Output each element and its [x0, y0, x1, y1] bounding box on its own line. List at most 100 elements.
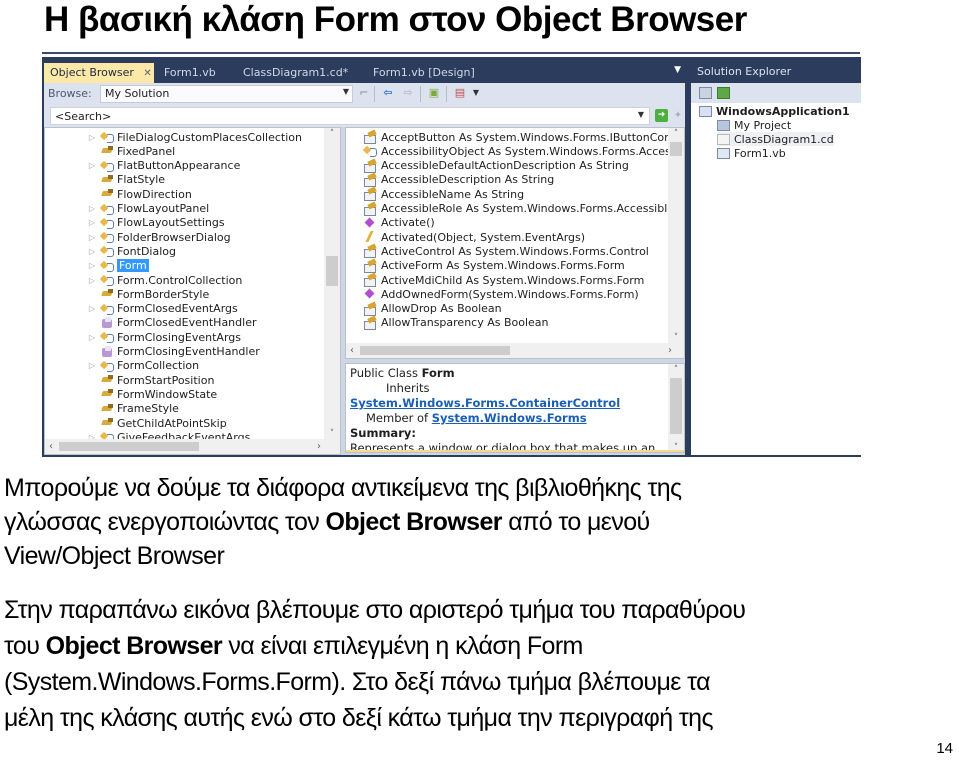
member-item[interactable]: AccessibleRole As System.Windows.Forms.A… — [346, 202, 684, 216]
inherits-label: Inherits — [386, 381, 430, 395]
expand-arrow-icon[interactable]: ▷ — [87, 218, 97, 227]
tree-item[interactable]: FormStartPosition — [45, 373, 214, 387]
inherits-link-text[interactable]: System.Windows.Forms.ContainerControl — [350, 396, 620, 410]
forward-arrow-icon[interactable]: ⇨ — [400, 86, 416, 100]
expand-arrow-icon[interactable]: ▷ — [87, 361, 97, 370]
tree-item[interactable]: FormClosedEventHandler — [45, 316, 256, 330]
scroll-up-icon[interactable]: ˄ — [324, 128, 340, 140]
expand-arrow-icon[interactable]: ▷ — [87, 204, 97, 213]
tree-item[interactable]: ▷ FolderBrowserDialog — [45, 230, 231, 244]
scrollbar-thumb[interactable] — [326, 256, 338, 287]
tree-item[interactable]: FixedPanel — [45, 144, 175, 158]
member-item[interactable]: Activate() — [346, 216, 435, 230]
scroll-up-icon[interactable]: ˄ — [668, 364, 684, 376]
ide-bottom-border — [42, 455, 861, 457]
solution-item-my-project[interactable]: My Project — [717, 118, 791, 132]
member-item[interactable]: AccessibilityObject As System.Windows.Fo… — [346, 144, 684, 158]
tree-item[interactable]: FormWindowState — [45, 387, 217, 401]
member-item[interactable]: ActiveControl As System.Windows.Forms.Co… — [346, 244, 649, 259]
tree-item[interactable]: ▷ FormClosedEventArgs — [45, 302, 238, 316]
member-item[interactable]: Activated(Object, System.EventArgs) — [346, 230, 585, 244]
inherits-link[interactable]: System.Windows.Forms.ContainerControl — [350, 396, 620, 410]
tree-item[interactable]: FormBorderStyle — [45, 287, 209, 301]
tab-form1-design[interactable]: Form1.vb [Design] — [367, 63, 481, 83]
tree-vertical-scrollbar[interactable]: ˄ ˅ — [324, 128, 340, 440]
refresh-icon[interactable] — [717, 87, 730, 99]
members-vertical-scrollbar[interactable]: ˄ ˅ — [668, 128, 684, 344]
tree-item-label: FlowLayoutSettings — [117, 216, 225, 230]
tree-horizontal-scrollbar[interactable]: ‹ › — [45, 439, 340, 454]
scroll-left-icon[interactable]: ‹ — [346, 343, 358, 358]
tab-form1-vb[interactable]: Form1.vb — [158, 63, 222, 83]
chevron-down-icon[interactable]: ▼ — [638, 110, 644, 119]
paragraph-2-line-4: μέλη της κλάσης αυτής ενώ στο δεξί κάτω … — [4, 704, 714, 732]
view-options-icon[interactable]: ▤ — [452, 86, 468, 100]
settings-icon[interactable]: ⌐ — [356, 86, 372, 100]
scrollbar-thumb[interactable] — [670, 378, 682, 434]
expand-arrow-icon[interactable]: ▷ — [87, 261, 97, 270]
tree-item[interactable]: ▷ Form — [45, 259, 149, 273]
close-icon[interactable]: ✕ — [143, 68, 151, 79]
member-item[interactable]: ActiveForm As System.Windows.Forms.Form — [346, 259, 625, 273]
scroll-left-icon[interactable]: ‹ — [45, 439, 57, 454]
tree-item[interactable]: ▷ FlowLayoutSettings — [45, 216, 225, 230]
enum-icon — [101, 174, 114, 186]
tab-object-browser[interactable]: Object Browser ✕ — [44, 63, 154, 83]
expand-arrow-icon[interactable]: ▷ — [87, 233, 97, 242]
member-item[interactable]: AcceptButton As System.Windows.Forms.IBu… — [346, 130, 685, 144]
tree-item[interactable]: FlowDirection — [45, 187, 192, 201]
tree-item[interactable]: FormClosingEventHandler — [45, 345, 260, 359]
member-item[interactable]: AccessibleName As String — [346, 187, 524, 202]
solution-root-item[interactable]: WindowsApplication1 — [699, 104, 850, 118]
tree-item[interactable]: ▷ FlatButtonAppearance — [45, 159, 240, 173]
solution-item-class-diagram[interactable]: ClassDiagram1.cd — [717, 132, 834, 146]
tree-item[interactable]: ▷ FormClosingEventArgs — [45, 330, 241, 344]
member-item[interactable]: AccessibleDefaultActionDescription As St… — [346, 159, 629, 173]
scroll-right-icon[interactable]: › — [313, 439, 325, 454]
tree-item[interactable]: ▷ FormCollection — [45, 359, 199, 373]
member-label: AcceptButton As System.Windows.Forms.IBu… — [381, 130, 685, 144]
tab-menu-dropdown-icon[interactable]: ▼ — [674, 65, 681, 75]
expand-arrow-icon[interactable]: ▷ — [87, 161, 97, 170]
scroll-right-icon[interactable]: › — [664, 343, 676, 358]
member-item[interactable]: AccessibleDescription As String — [346, 173, 554, 187]
expand-arrow-icon[interactable]: ▷ — [87, 333, 97, 342]
paragraph-2-line-3: (System.Windows.Forms.Form). Στο δεξί πά… — [4, 668, 711, 696]
properties-icon[interactable] — [699, 87, 712, 99]
expand-arrow-icon[interactable]: ▷ — [87, 133, 97, 142]
tree-item[interactable]: GetChildAtPointSkip — [45, 416, 227, 430]
namespace-link[interactable]: System.Windows.Forms — [432, 411, 587, 425]
tree-item[interactable]: ▷ Form.ControlCollection — [45, 273, 242, 287]
tab-class-diagram[interactable]: ClassDiagram1.cd* — [237, 63, 354, 83]
description-vertical-scrollbar[interactable]: ˄ ˅ — [668, 364, 684, 452]
tree-item[interactable]: ▷ FlowLayoutPanel — [45, 202, 209, 216]
member-item[interactable]: AllowDrop As Boolean — [346, 302, 502, 316]
search-input[interactable]: <Search> ▼ — [50, 107, 650, 125]
tree-item[interactable]: ▷ FileDialogCustomPlacesCollection — [45, 130, 302, 144]
members-horizontal-scrollbar[interactable]: ‹ › — [346, 343, 684, 358]
member-of: Member of System.Windows.Forms — [366, 411, 587, 425]
tree-item[interactable]: FrameStyle — [45, 402, 179, 416]
add-reference-icon[interactable]: ▣ — [426, 86, 442, 100]
property-icon — [364, 188, 377, 202]
solution-item-form1[interactable]: Form1.vb — [717, 146, 786, 160]
tree-item[interactable]: FlatStyle — [45, 173, 165, 187]
browse-scope-select[interactable]: My Solution ▼ — [100, 85, 353, 103]
expand-arrow-icon[interactable]: ▷ — [87, 304, 97, 313]
member-item[interactable]: ActiveMdiChild As System.Windows.Forms.F… — [346, 273, 644, 287]
back-arrow-icon[interactable]: ⇦ — [380, 86, 396, 100]
members-pane: AllowTransparency As Boolean AllowDrop As… — [345, 127, 685, 359]
tree-item[interactable]: ▷ FontDialog — [45, 244, 176, 258]
clear-search-icon[interactable]: ✦ — [672, 109, 684, 122]
scroll-up-icon[interactable]: ˄ — [668, 128, 684, 140]
scrollbar-thumb[interactable] — [59, 442, 199, 451]
scrollbar-thumb[interactable] — [670, 142, 682, 156]
expand-arrow-icon[interactable]: ▷ — [87, 276, 97, 285]
property-icon — [364, 160, 377, 173]
scrollbar-thumb[interactable] — [360, 346, 510, 355]
expand-arrow-icon[interactable]: ▷ — [87, 247, 97, 256]
member-item[interactable]: AllowTransparency As Boolean — [346, 316, 549, 330]
chevron-down-icon[interactable]: ▼ — [468, 86, 484, 100]
member-item[interactable]: AddOwnedForm(System.Windows.Forms.Form) — [346, 287, 639, 301]
search-go-button[interactable]: ➜ — [655, 109, 668, 122]
